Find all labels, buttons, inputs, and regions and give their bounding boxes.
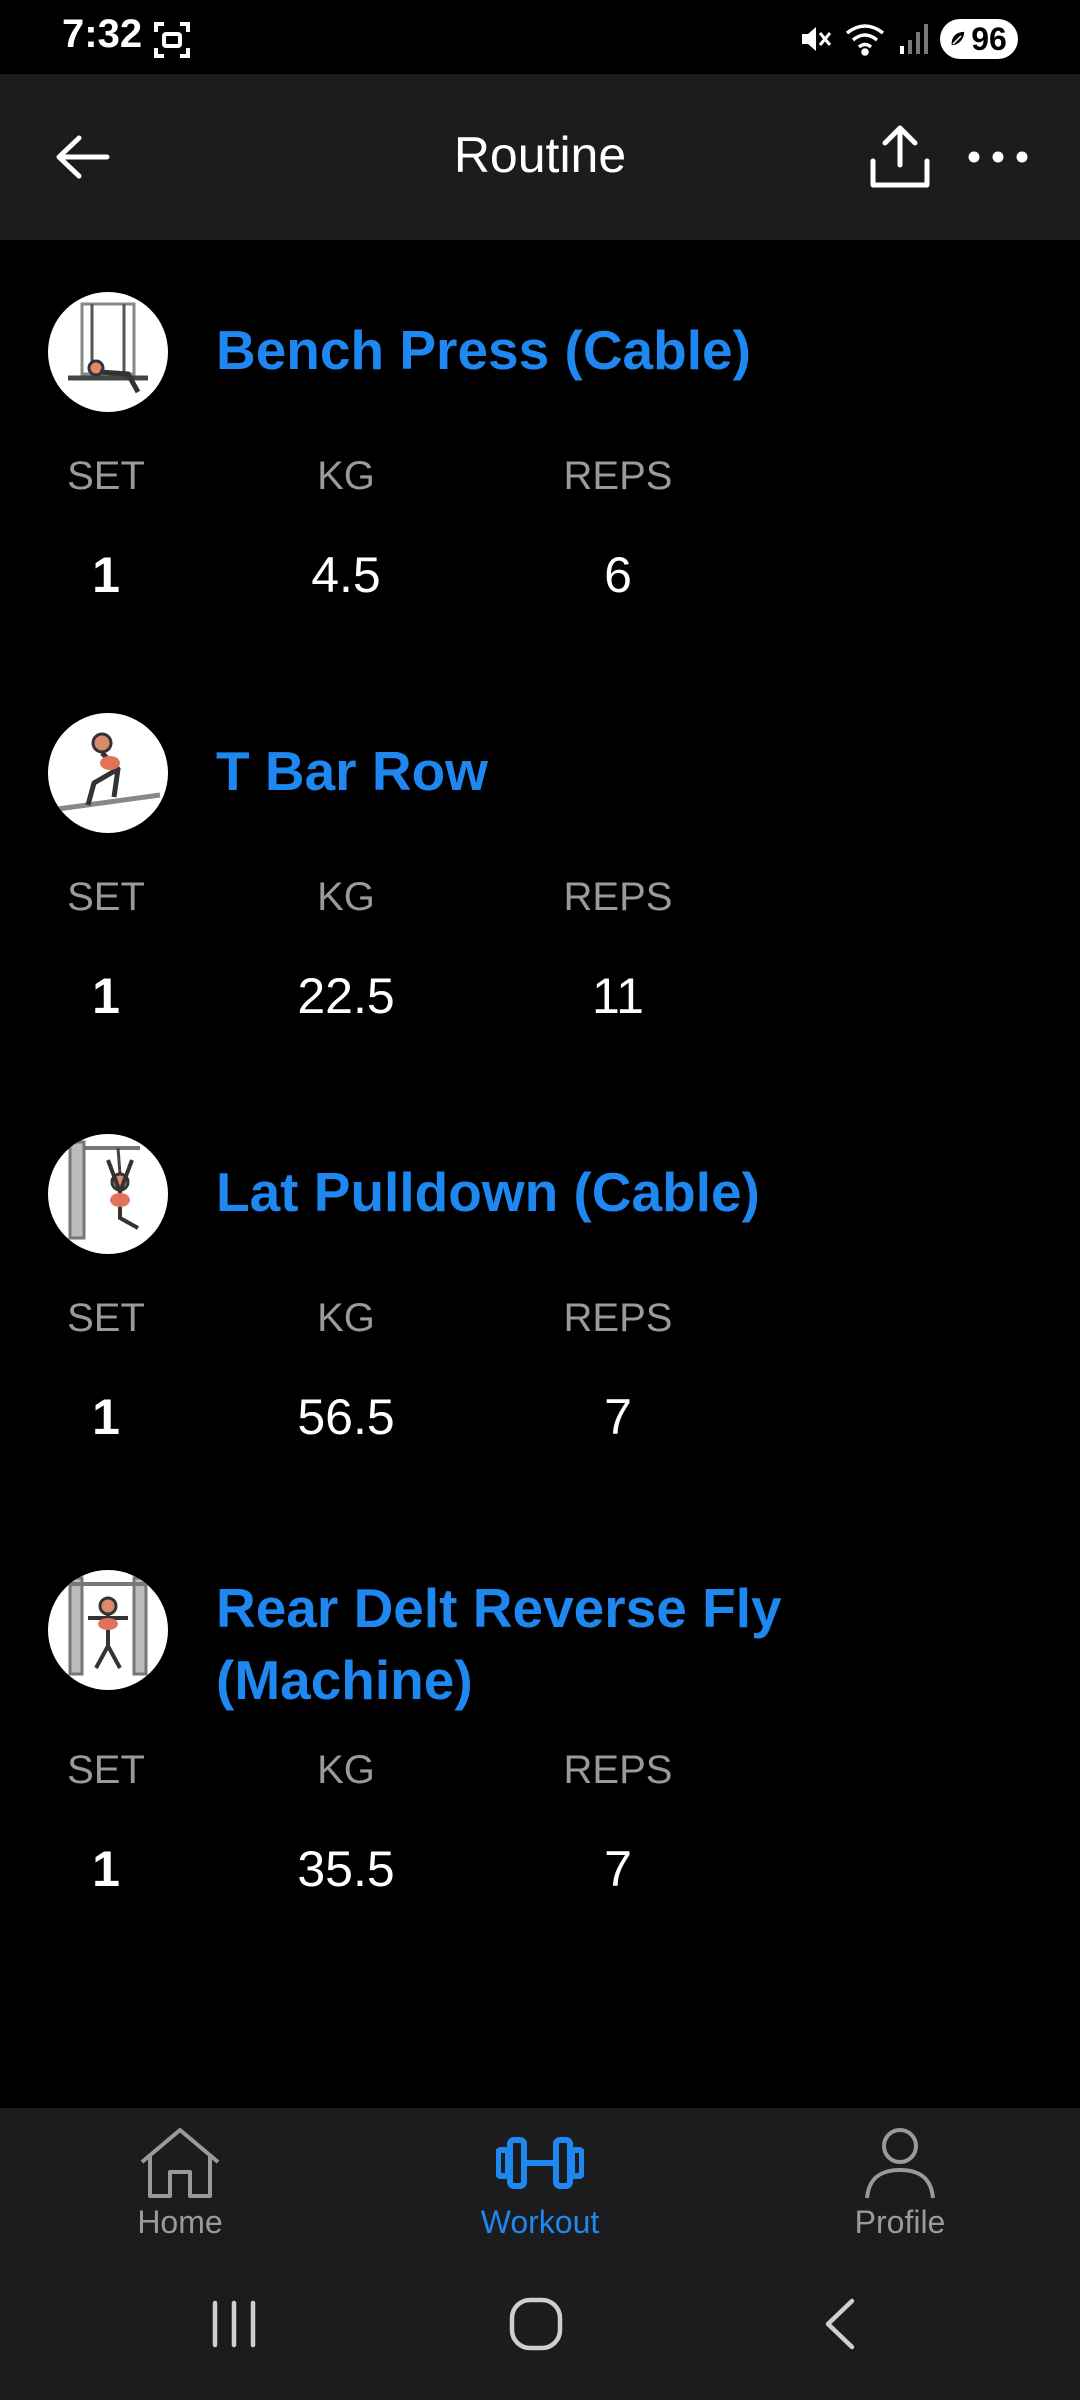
set-number: 1 — [92, 1389, 120, 1445]
exercise-name[interactable]: Bench Press (Cable) — [216, 314, 816, 386]
person-icon — [865, 2128, 935, 2199]
exercise-card: Rear Delt Reverse Fly (Machine) SET KG R… — [0, 1570, 1080, 1920]
weight-value: 22.5 — [297, 968, 395, 1024]
exercise-name[interactable]: Lat Pulldown (Cable) — [216, 1156, 816, 1228]
home-circle-icon — [509, 2297, 563, 2351]
home-icon — [140, 2128, 220, 2198]
share-upload-icon — [870, 125, 930, 188]
battery-indicator: 96 — [940, 19, 1018, 59]
system-navigation-bar — [0, 2248, 1080, 2400]
reps-value: 7 — [604, 1841, 632, 1897]
nav-profile[interactable]: Profile — [790, 2126, 1010, 2246]
system-home-button[interactable] — [486, 2288, 586, 2360]
nav-home[interactable]: Home — [70, 2126, 290, 2246]
app-header: Routine — [0, 74, 1080, 240]
exercise-thumbnail[interactable] — [48, 1134, 168, 1254]
more-options-button[interactable] — [960, 124, 1036, 190]
kg-header: KG — [317, 875, 375, 919]
set-header: SET — [67, 1748, 145, 1792]
exercise-name[interactable]: T Bar Row — [216, 735, 816, 807]
battery-level: 96 — [971, 20, 1007, 57]
status-bar: 7:32 96 — [0, 0, 1080, 74]
exercise-card: T Bar Row SET KG REPS 1 22.5 11 — [0, 713, 1080, 1043]
recents-icon — [212, 2300, 256, 2348]
exercise-card: Bench Press (Cable) SET KG REPS 1 4.5 6 — [0, 292, 1080, 622]
reps-value: 6 — [604, 547, 632, 603]
exercise-card: Lat Pulldown (Cable) SET KG REPS 1 56.5 … — [0, 1134, 1080, 1464]
screenshot-icon — [152, 20, 192, 60]
dumbbell-icon — [496, 2137, 584, 2189]
set-number: 1 — [92, 1841, 120, 1897]
kg-header: KG — [317, 454, 375, 498]
reps-value: 7 — [604, 1389, 632, 1445]
share-button[interactable] — [862, 118, 938, 194]
signal-icon — [898, 22, 928, 56]
reps-value: 11 — [592, 968, 644, 1024]
kg-header: KG — [317, 1748, 375, 1792]
battery-saver-icon — [947, 28, 969, 50]
weight-value: 35.5 — [297, 1841, 395, 1897]
bottom-navigation: Home Workout Profile — [0, 2108, 1080, 2248]
chevron-left-icon — [825, 2298, 855, 2350]
nav-label: Home — [137, 2204, 223, 2240]
nav-label: Workout — [480, 2204, 600, 2240]
mute-icon — [798, 22, 832, 56]
status-time: 7:32 — [62, 12, 143, 56]
set-number: 1 — [92, 547, 120, 603]
reps-header: REPS — [563, 1296, 673, 1340]
set-header: SET — [67, 454, 145, 498]
set-number: 1 — [92, 968, 120, 1024]
weight-value: 56.5 — [297, 1389, 395, 1445]
reps-header: REPS — [563, 454, 673, 498]
nav-workout[interactable]: Workout — [430, 2126, 650, 2246]
reps-header: REPS — [563, 875, 673, 919]
exercise-thumbnail[interactable] — [48, 292, 168, 412]
exercise-thumbnail[interactable] — [48, 1570, 168, 1690]
weight-value: 4.5 — [311, 547, 381, 603]
exercise-thumbnail[interactable] — [48, 713, 168, 833]
status-icons: 96 — [798, 14, 1018, 64]
nav-label: Profile — [854, 2204, 946, 2240]
kg-header: KG — [317, 1296, 375, 1340]
system-back-button[interactable] — [790, 2288, 890, 2360]
recents-button[interactable] — [184, 2288, 284, 2360]
set-header: SET — [67, 875, 145, 919]
wifi-icon — [844, 22, 886, 56]
more-horizontal-icon — [968, 151, 1028, 163]
set-header: SET — [67, 1296, 145, 1340]
reps-header: REPS — [563, 1748, 673, 1792]
exercise-name[interactable]: Rear Delt Reverse Fly (Machine) — [216, 1572, 816, 1716]
